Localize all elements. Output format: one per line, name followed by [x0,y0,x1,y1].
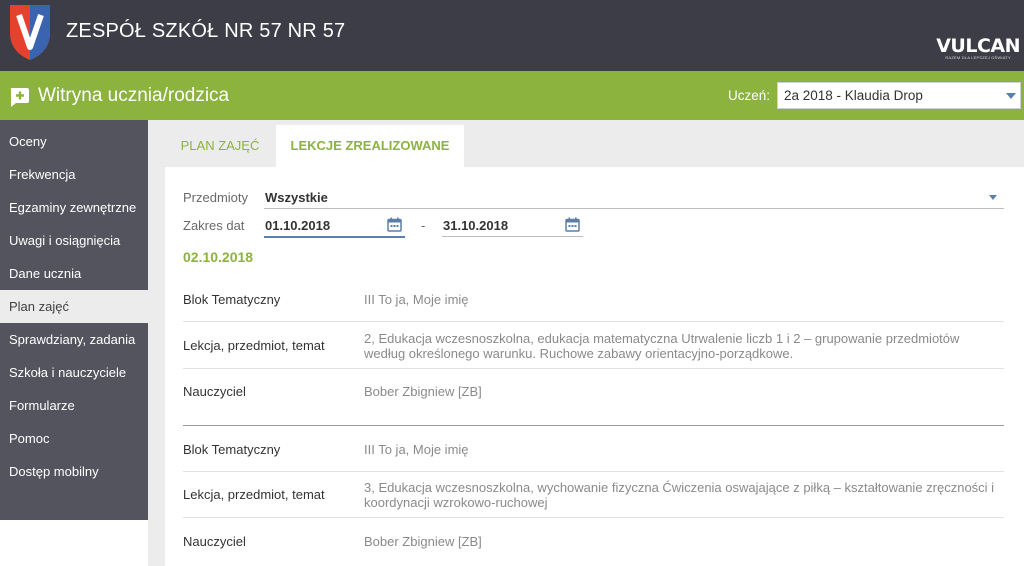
sidebar-item-dane-ucznia[interactable]: Dane ucznia [0,257,148,290]
lesson-date-heading: 02.10.2018 [183,249,254,265]
sidebar-item-sprawdziany[interactable]: Sprawdziany, zadania [0,323,148,356]
teacher-label: Nauczyciel [183,384,246,399]
teacher-label: Nauczyciel [183,534,246,549]
tab-plan-zajec[interactable]: PLAN ZAJĘĆ [165,125,275,167]
calendar-icon[interactable] [565,217,580,232]
date-range-label: Zakres dat [183,218,245,233]
block-value: III To ja, Moje imię [364,442,469,457]
vendor-logo-text: VULCAN [936,35,1020,57]
calendar-icon[interactable] [387,217,402,232]
chat-plus-icon [10,88,29,107]
block-label: Blok Tematyczny [183,292,281,307]
block-value: III To ja, Moje imię [364,292,469,307]
lesson-value: 2, Edukacja wczesnoszkolna, edukacja mat… [364,331,960,361]
block-label: Blok Tematyczny [183,442,281,457]
school-name: ZESPÓŁ SZKÓŁ NR 57 NR 57 [66,20,346,42]
date-from-input[interactable]: 01.10.2018 [265,218,330,233]
app-title: Witryna ucznia/rodzica [38,85,230,106]
date-separator: - [421,218,426,233]
sidebar-item-egzaminy[interactable]: Egzaminy zewnętrzne [0,191,148,224]
sidebar-item-oceny[interactable]: Oceny [0,125,148,158]
sidebar-item-frekwencja[interactable]: Frekwencja [0,158,148,191]
date-to-input[interactable]: 31.10.2018 [443,218,508,233]
chevron-down-icon [1006,93,1016,99]
sidebar-item-plan-zajec[interactable]: Plan zajęć [0,290,148,323]
subjects-label: Przedmioty [183,190,249,205]
subjects-chevron-down-icon[interactable] [989,195,997,200]
lesson-label: Lekcja, przedmiot, temat [183,487,325,502]
sidebar-item-formularze[interactable]: Formularze [0,389,148,422]
tab-lekcje-zrealizowane[interactable]: LEKCJE ZREALIZOWANE [276,125,464,167]
vulcan-logo[interactable]: VULCAN RAZEM DLA LEPSZEJ OŚWIATY [936,35,1020,60]
sidebar-item-dostep-mobilny[interactable]: Dostęp mobilny [0,455,148,488]
lesson-divider [183,425,1004,426]
sidebar-item-uwagi[interactable]: Uwagi i osiągnięcia [0,224,148,257]
student-select[interactable]: 2a 2018 - Klaudia Drop [777,82,1021,109]
date-to-underline [442,236,583,237]
sidebar-item-pomoc[interactable]: Pomoc [0,422,148,455]
student-label: Uczeń: [728,88,771,103]
sidebar: Oceny Frekwencja Egzaminy zewnętrzne Uwa… [0,120,148,520]
row-divider [183,368,1004,369]
lesson-value: 3, Edukacja wczesnoszkolna, wychowanie f… [364,480,995,510]
teacher-value: Bober Zbigniew [ZB] [364,534,482,549]
lesson-label: Lekcja, przedmiot, temat [183,338,325,353]
row-divider [183,471,1004,472]
subjects-underline [264,208,1004,209]
date-from-underline [264,236,405,238]
vendor-tagline: RAZEM DLA LEPSZEJ OŚWIATY [945,55,1011,60]
subjects-select[interactable]: Wszystkie [265,190,328,205]
teacher-value: Bober Zbigniew [ZB] [364,384,482,399]
sidebar-item-szkola[interactable]: Szkoła i nauczyciele [0,356,148,389]
student-select-value: 2a 2018 - Klaudia Drop [784,88,923,103]
school-crest-icon [10,5,50,60]
row-divider [183,517,1004,518]
row-divider [183,321,1004,322]
